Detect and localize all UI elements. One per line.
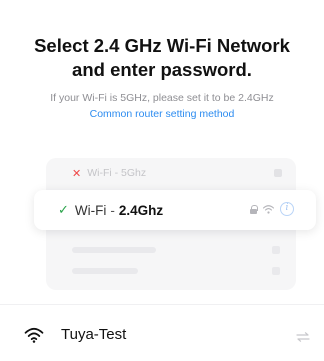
cross-icon: ✕ [72,167,82,180]
info-icon: i [280,202,294,216]
title-line-1: Select 2.4 GHz Wi-Fi Network [34,35,290,56]
selected-network-row[interactable]: Tuya-Test [24,326,126,343]
network-row-5ghz: ✕ Wi-Fi - 5Ghz [52,161,290,185]
placeholder-line [72,247,156,253]
band-hint: If your Wi-Fi is 5GHz, please set it to … [50,92,274,104]
title-line-2: and enter password. [72,59,252,80]
router-setting-link[interactable]: Common router setting method [0,108,324,120]
wifi-icon [24,327,44,343]
placeholder-line [72,268,138,274]
lock-icon [250,204,258,214]
placeholder-dot [272,267,280,275]
network-24ghz-separator: - [110,202,115,218]
check-icon: ✓ [58,202,69,217]
network-status-icons: i [250,202,294,216]
network-24ghz-prefix: Wi-Fi [74,202,107,218]
network-row-24ghz: ✓ Wi-Fi - 2.4Ghz i [34,190,316,230]
network-5ghz-label: Wi-Fi - 5Ghz [87,167,147,179]
page-title: Select 2.4 GHz Wi-Fi Network and enter p… [0,34,324,82]
network-24ghz-band: 2.4Ghz [118,202,164,218]
network-ssid: Tuya-Test [61,326,127,343]
wifi-icon [263,204,274,214]
swap-icon[interactable] [296,332,310,342]
divider [0,304,324,305]
placeholder-dot [274,169,282,177]
placeholder-dot [272,246,280,254]
